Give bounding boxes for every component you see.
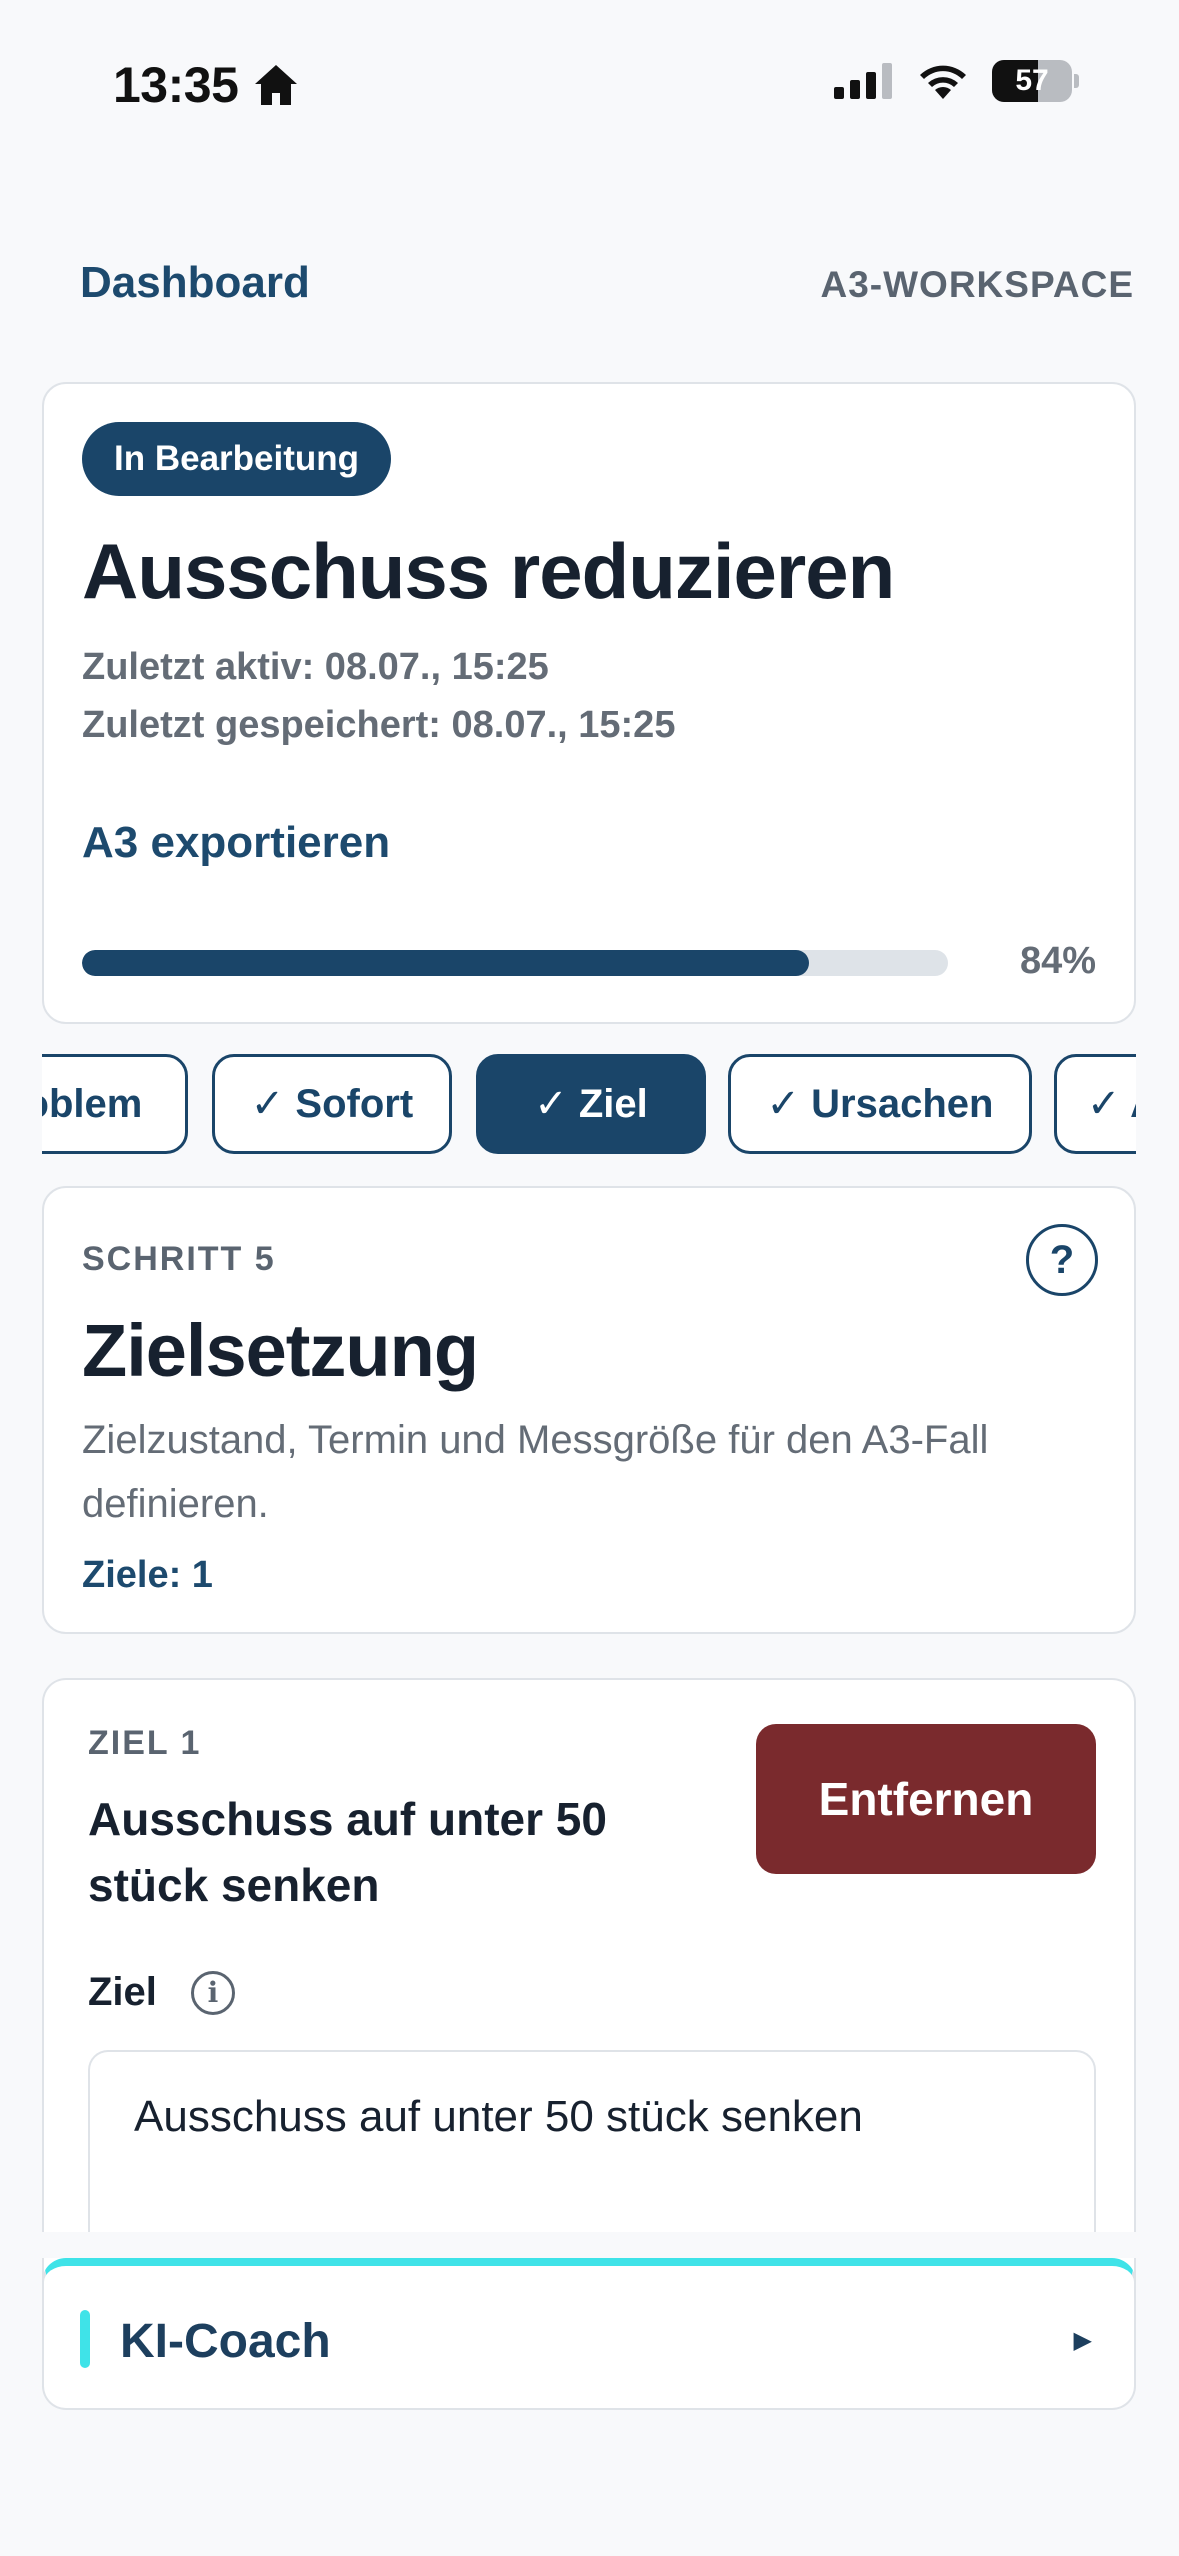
home-icon	[255, 65, 298, 105]
goal-field-label: Ziel i	[88, 1970, 235, 2015]
remove-goal-button[interactable]: Entfernen	[756, 1724, 1096, 1874]
goal-label: ZIEL 1	[88, 1724, 202, 1762]
status-badge: In Bearbeitung	[82, 422, 392, 496]
wifi-icon	[920, 65, 966, 99]
coach-accent-bar	[80, 2310, 90, 2368]
tab-next[interactable]: ✓ A	[1054, 1054, 1136, 1154]
ki-coach-panel[interactable]: KI-Coach ▶	[42, 2258, 1136, 2410]
info-icon[interactable]: i	[190, 1970, 235, 2015]
step-tabs[interactable]: ✓ Problem ✓ Sofort ✓ Ziel ✓ Ursachen ✓ A	[42, 1052, 1136, 1158]
status-bar-indicators: 57	[834, 60, 1079, 102]
coach-title: KI-Coach	[120, 2315, 331, 2368]
progress-percent: 84%	[1019, 940, 1096, 982]
progress-fill	[82, 950, 810, 976]
tab-sofort[interactable]: ✓ Sofort	[212, 1054, 452, 1154]
goal-title: Ausschuss auf unter 50 stück senken	[88, 1793, 607, 1911]
help-button[interactable]: ?	[1026, 1224, 1098, 1296]
goal-count: Ziele: 1	[82, 1554, 213, 1596]
tab-ziel[interactable]: ✓ Ziel	[476, 1054, 706, 1154]
scroll-edge	[0, 2232, 1179, 2258]
battery-icon: 57	[992, 60, 1072, 102]
status-bar-time: 13:35	[113, 56, 300, 114]
case-summary-card: In Bearbeitung Ausschuss reduzieren Zule…	[42, 382, 1136, 1024]
export-a3-link[interactable]: A3 exportieren	[82, 818, 390, 868]
last-saved-text: Zuletzt gespeichert: 08.07., 15:25	[82, 704, 676, 746]
workspace-label: A3-WORKSPACE	[820, 264, 1134, 305]
expand-triangle-icon[interactable]: ▶	[1074, 2326, 1092, 2355]
battery-level: 57	[1015, 64, 1049, 97]
step-card: SCHRITT 5 ? Zielsetzung Zielzustand, Ter…	[42, 1186, 1136, 1634]
clock-text: 13:35	[113, 57, 239, 113]
goal-field-label-text: Ziel	[88, 1970, 157, 2014]
step-title: Zielsetzung	[82, 1309, 479, 1392]
last-active-text: Zuletzt aktiv: 08.07., 15:25	[82, 646, 549, 688]
dashboard-link[interactable]: Dashboard	[80, 258, 310, 308]
tab-problem[interactable]: ✓ Problem	[42, 1054, 188, 1154]
progress-bar	[82, 950, 948, 976]
step-number: SCHRITT 5	[82, 1240, 276, 1278]
case-title: Ausschuss reduzieren	[82, 527, 895, 615]
tab-ursachen[interactable]: ✓ Ursachen	[728, 1054, 1032, 1154]
cellular-signal-icon	[834, 63, 892, 99]
step-description: Zielzustand, Termin und Messgröße für de…	[82, 1418, 989, 1526]
